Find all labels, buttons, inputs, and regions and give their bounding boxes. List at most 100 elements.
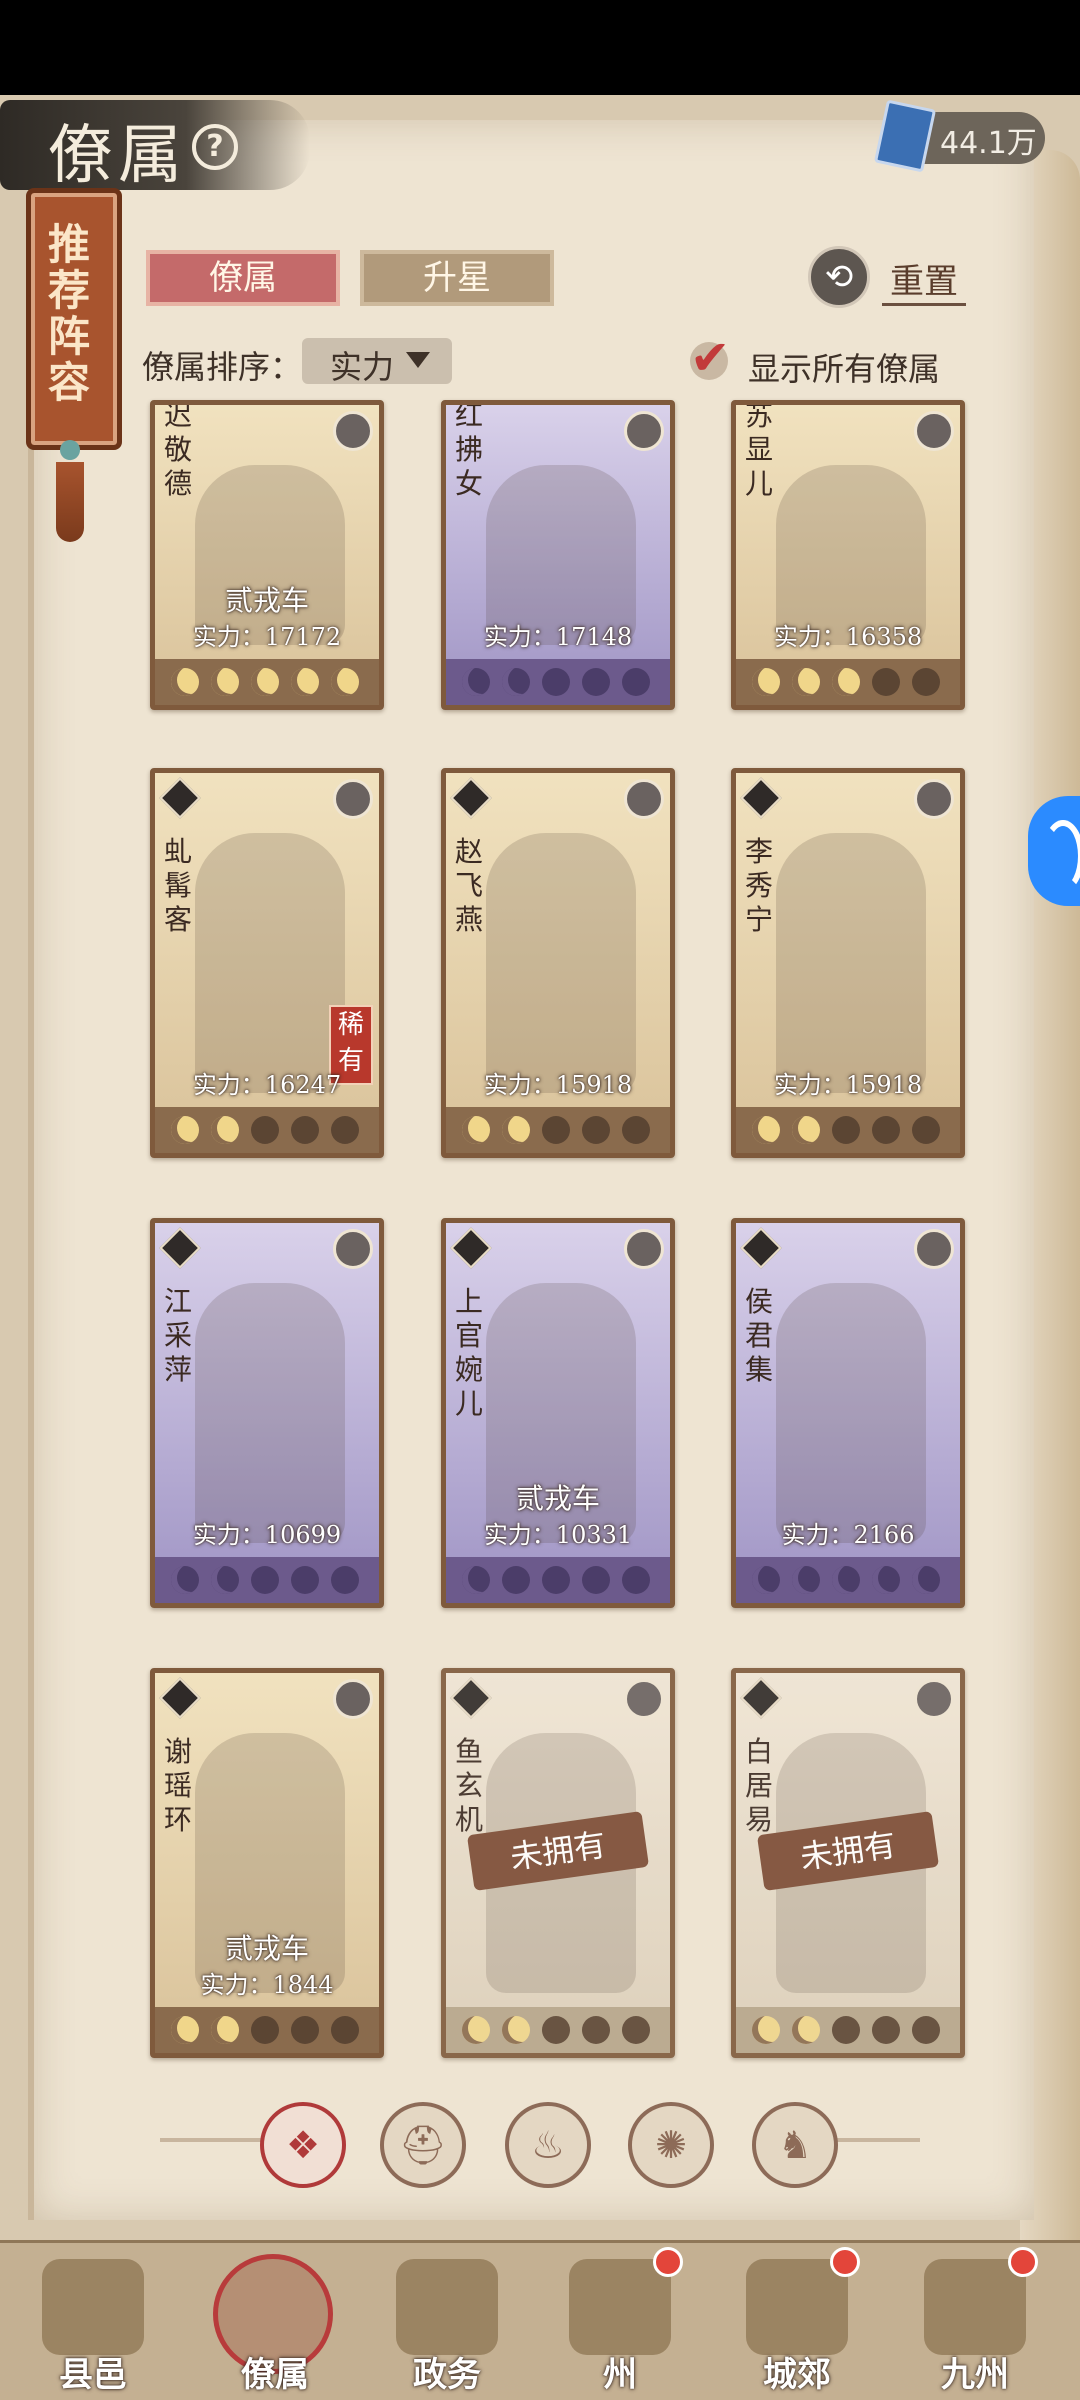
role-icon	[624, 779, 664, 819]
retainer-power: 实力：16247	[192, 1071, 342, 1099]
moon-star-icon-filled	[502, 2016, 530, 2044]
moon-star-icon-empty	[331, 1116, 359, 1144]
moon-star-icon-empty	[832, 1116, 860, 1144]
nav-item-province[interactable]: 州	[545, 2247, 695, 2395]
retainer-power: 实力：17148	[483, 623, 633, 651]
retainer-card[interactable]: 鱼玄机 未拥有	[441, 1668, 675, 2058]
moon-star-icon-filled	[462, 2016, 490, 2044]
page-title: 僚属	[48, 119, 188, 193]
filter-glyph: ♞	[777, 2123, 813, 2167]
moon-star-icon-empty	[872, 2016, 900, 2044]
floating-assistant-icon[interactable]	[1028, 796, 1080, 906]
nav-label: 州	[603, 2355, 637, 2395]
moon-star-icon-empty	[251, 1116, 279, 1144]
star-bar	[446, 1557, 670, 1603]
retainer-power: 实力：10331	[483, 1521, 633, 1549]
retainer-name: 李秀宁	[744, 835, 773, 936]
retainer-card[interactable]: 苏显儿实力：16358	[731, 400, 965, 710]
role-icon	[333, 411, 373, 451]
star-bar	[736, 659, 960, 705]
nav-label: 僚属	[241, 2355, 309, 2395]
moon-star-icon-empty	[251, 1566, 279, 1594]
moon-star-icon-empty	[622, 1566, 650, 1594]
moon-star-icon-empty	[622, 2016, 650, 2044]
star-bar	[446, 2007, 670, 2053]
retainer-card[interactable]: 侯君集 实力：2166	[731, 1218, 965, 1608]
recommend-lineup-label: 推荐阵容	[47, 220, 90, 407]
moon-star-icon-empty	[251, 2016, 279, 2044]
retainer-card[interactable]: 李秀宁 实力：15918	[731, 768, 965, 1158]
retainer-power: 实力：10699	[192, 1521, 342, 1549]
moon-star-icon-filled	[792, 1566, 820, 1594]
category-icon	[159, 1677, 201, 1719]
portrait-image	[486, 833, 636, 1093]
moon-star-icon-empty	[291, 2016, 319, 2044]
moon-star-icon-filled	[792, 2016, 820, 2044]
gourd-filter-icon[interactable]: ♨	[505, 2102, 591, 2188]
retainer-power: 实力：1844	[200, 1971, 334, 1999]
nav-item-map[interactable]: 九州	[900, 2247, 1050, 2395]
retainer-card[interactable]: 江采萍 实力：10699	[150, 1218, 384, 1608]
nav-item-retainer[interactable]: 僚属	[200, 2255, 350, 2395]
moon-star-icon-filled	[792, 1116, 820, 1144]
retainer-name: 侯君集	[744, 1285, 773, 1386]
retainer-title: 贰戎车	[515, 1482, 600, 1515]
retainer-card[interactable]: 迟敬德 贰戎车 实力：17172	[150, 400, 384, 710]
moon-star-icon-filled	[171, 1116, 199, 1144]
retainer-title: 贰戎车	[224, 1932, 309, 1965]
show-all-label[interactable]: 显示所有僚属	[748, 344, 940, 390]
moon-star-icon-filled	[502, 1116, 530, 1144]
star-bar	[736, 1557, 960, 1603]
retainer-name: 苏显儿	[744, 400, 773, 500]
retainer-name: 红拂女	[454, 400, 483, 500]
retainer-card[interactable]: 虬髯客 稀有 实力：16247	[150, 768, 384, 1158]
retainer-power: 实力：16358	[773, 623, 923, 651]
moon-star-icon-empty	[582, 1116, 610, 1144]
helmet-filter-icon[interactable]: ⛑	[380, 2102, 466, 2188]
retainer-card[interactable]: 白居易 未拥有	[731, 1668, 965, 2058]
help-icon[interactable]: ?	[192, 124, 238, 170]
category-icon	[450, 1227, 492, 1269]
role-icon	[914, 1229, 954, 1269]
checkmark-icon: ✔	[690, 330, 731, 386]
nav-item-suburb[interactable]: 城郊	[722, 2247, 872, 2395]
star-bar	[155, 659, 379, 705]
nav-label: 城郊	[763, 2355, 831, 2395]
filter-glyph: ✺	[655, 2123, 687, 2167]
category-icon	[740, 777, 782, 819]
nav-label: 县邑	[59, 2355, 127, 2395]
beast-filter-icon[interactable]: ♞	[752, 2102, 838, 2188]
retainer-name: 迟敬德	[163, 400, 192, 500]
moon-star-icon-filled	[462, 1566, 490, 1594]
moon-star-icon-empty	[912, 2016, 940, 2044]
nav-item-affairs[interactable]: 政务	[372, 2255, 522, 2395]
retainer-card[interactable]: 红拂女实力：17148	[441, 400, 675, 710]
role-icon	[914, 1679, 954, 1719]
moon-star-icon-empty	[502, 1566, 530, 1594]
moon-star-icon-filled	[171, 2016, 199, 2044]
retainer-card[interactable]: 上官婉儿 贰戎车 实力：10331	[441, 1218, 675, 1608]
currency-value: 44.1万	[940, 126, 1037, 161]
province-icon	[569, 2259, 671, 2355]
moon-star-icon-filled	[211, 668, 239, 696]
star-bar	[736, 1107, 960, 1153]
nav-item-county[interactable]: 县邑	[18, 2255, 168, 2395]
reset-button[interactable]: 重置	[882, 254, 966, 306]
moon-star-icon-empty	[542, 1566, 570, 1594]
retainer-card[interactable]: 赵飞燕 实力：15918	[441, 768, 675, 1158]
moon-star-icon-empty	[582, 1566, 610, 1594]
tab-retainers[interactable]: 僚属	[146, 250, 340, 306]
all-filter-icon[interactable]: ❖	[260, 2102, 346, 2188]
retainer-card[interactable]: 谢瑶环 贰戎车 实力：1844	[150, 1668, 384, 2058]
filter-glyph: ⛑	[398, 2123, 448, 2167]
category-icon	[450, 777, 492, 819]
reset-icon[interactable]	[808, 246, 870, 308]
fan-filter-icon[interactable]: ✺	[628, 2102, 714, 2188]
role-icon	[914, 411, 954, 451]
role-icon	[333, 1679, 373, 1719]
moon-star-icon-filled	[752, 2016, 780, 2044]
sort-label: 僚属排序：	[142, 348, 303, 386]
moon-star-icon-empty	[291, 1566, 319, 1594]
category-icon	[159, 777, 201, 819]
tab-star-up[interactable]: 升星	[360, 250, 554, 306]
